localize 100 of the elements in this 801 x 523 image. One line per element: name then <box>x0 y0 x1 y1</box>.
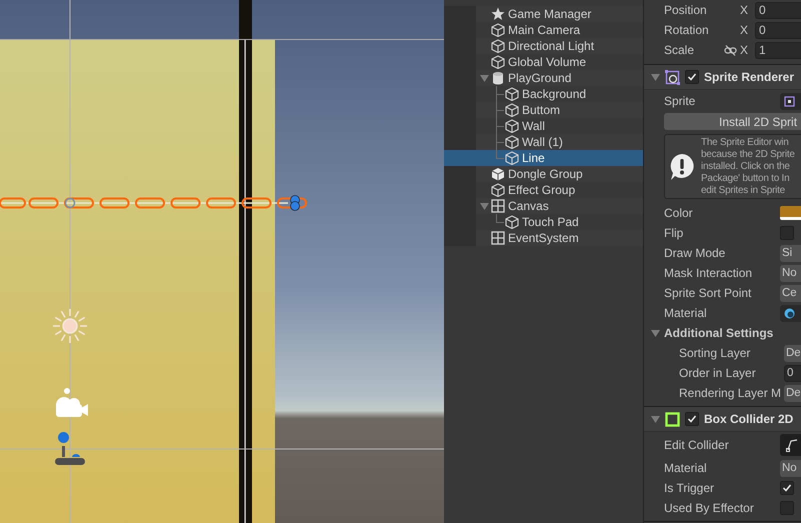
camera-icon <box>56 388 88 417</box>
foldout-arrow-icon[interactable] <box>651 414 660 424</box>
number-field[interactable]: 0 <box>784 364 801 382</box>
component-header[interactable]: Sprite Renderer <box>644 65 801 90</box>
cube-icon <box>505 215 519 229</box>
expand-arrow-icon[interactable] <box>480 202 489 210</box>
help-message: The Sprite Editor win because the 2D Sprite installed. Click on the Package' button to In edit Sprites in Sprite <box>701 136 795 196</box>
foldout-arrow-icon[interactable] <box>651 328 660 338</box>
hierarchy-item[interactable]: EventSystem <box>444 230 643 246</box>
dropdown[interactable]: Ce <box>780 284 801 302</box>
warning-icon <box>669 152 695 180</box>
dropdown[interactable]: No <box>780 264 801 282</box>
cube-icon <box>505 87 519 101</box>
property-label: Scale <box>664 43 696 57</box>
property-label: Used By Effector <box>664 501 755 515</box>
property-label: Flip <box>664 226 684 240</box>
cube-icon <box>505 119 519 133</box>
property-label: Rendering Layer M <box>679 386 782 400</box>
tree-line <box>496 214 497 222</box>
property-label: Sprite Sort Point <box>664 286 752 300</box>
checkmark-icon <box>687 72 697 82</box>
dropdown[interactable]: De <box>784 344 801 362</box>
joystick-icon <box>55 432 85 465</box>
cylinder-icon <box>491 71 505 85</box>
property-label: Sprite <box>664 94 696 108</box>
item-label: EventSystem <box>508 231 579 245</box>
cube-icon <box>491 183 505 197</box>
cube-icon <box>491 23 505 37</box>
hierarchy-item[interactable]: Dongle Group <box>444 166 643 182</box>
star-icon <box>491 7 505 21</box>
sprite-renderer-icon <box>665 70 680 84</box>
item-label: Main Camera <box>508 23 580 37</box>
foldout-label[interactable]: Additional Settings <box>664 326 774 340</box>
install-button[interactable]: Install 2D Sprit <box>664 113 801 130</box>
property-label: Rotation <box>664 23 710 37</box>
hierarchy-item[interactable]: Canvas <box>444 198 643 214</box>
cube-icon <box>491 39 505 53</box>
item-label: Buttom <box>522 103 560 117</box>
property-label: Mask Interaction <box>664 266 754 280</box>
sun-icon <box>53 309 87 343</box>
cube-icon <box>505 135 519 149</box>
dashed-line-gizmo[interactable] <box>0 198 307 208</box>
number-field[interactable]: 0 <box>755 2 801 18</box>
property-label: Position <box>664 3 708 17</box>
property-label: Edit Collider <box>664 438 730 452</box>
checkbox[interactable] <box>780 501 794 515</box>
object-field[interactable]: No <box>780 460 801 476</box>
hierarchy-item[interactable]: Wall (1) <box>444 134 643 150</box>
hierarchy-item[interactable]: PlayGround <box>444 70 643 86</box>
property-label: Material <box>664 461 708 475</box>
grid-icon <box>491 231 505 245</box>
enable-checkbox[interactable] <box>685 412 699 426</box>
item-label: Touch Pad <box>522 215 579 229</box>
polygon-edit-icon <box>786 438 798 452</box>
checkmark-icon <box>687 414 697 424</box>
checkbox[interactable] <box>780 226 794 240</box>
cube-icon <box>491 55 505 69</box>
property-label: Sorting Layer <box>679 346 752 360</box>
expand-arrow-icon[interactable] <box>480 74 489 82</box>
axis-label: X <box>740 43 750 57</box>
item-label: Game Manager <box>508 7 592 21</box>
item-label: Global Volume <box>508 55 586 69</box>
link-icon[interactable] <box>724 44 737 56</box>
property-label: Order in Layer <box>679 366 757 380</box>
property-label: Color <box>664 206 694 220</box>
cube-icon <box>505 103 519 117</box>
dropdown[interactable]: Si <box>780 244 801 262</box>
property-label: Draw Mode <box>664 246 726 260</box>
move-handle[interactable] <box>290 195 300 211</box>
component-title: Box Collider 2D <box>704 412 794 426</box>
cube-icon <box>491 167 505 181</box>
enable-checkbox[interactable] <box>685 70 699 84</box>
property-label: Material <box>664 306 708 320</box>
item-label: Canvas <box>508 199 549 213</box>
hierarchy-item[interactable]: Line <box>444 150 643 166</box>
number-field[interactable]: 1 <box>755 42 801 58</box>
item-label: Background <box>522 87 586 101</box>
hierarchy-item[interactable]: Game Manager <box>444 6 643 22</box>
dropdown[interactable]: De <box>784 384 801 402</box>
box-collider-icon <box>665 412 680 426</box>
property-label: Is Trigger <box>664 481 716 495</box>
number-field[interactable]: 0 <box>755 22 801 38</box>
item-label: Wall (1) <box>522 135 563 149</box>
item-label: PlayGround <box>508 71 572 85</box>
item-label: Effect Group <box>508 183 576 197</box>
component-title: Sprite Renderer <box>704 70 794 84</box>
checkbox[interactable] <box>780 481 794 495</box>
sprite-icon <box>784 96 795 106</box>
item-label: Directional Light <box>508 39 594 53</box>
hierarchy-item[interactable]: Directional Light <box>444 38 643 54</box>
foldout-arrow-icon[interactable] <box>651 72 660 82</box>
hierarchy-item[interactable]: Buttom <box>444 102 643 118</box>
sphere-icon <box>784 308 795 318</box>
grid-icon <box>491 199 505 213</box>
cube-icon <box>505 151 519 165</box>
component-header[interactable]: Box Collider 2D <box>644 407 801 432</box>
item-label: Wall <box>522 119 545 133</box>
axis-label: X <box>740 3 750 17</box>
item-label: Line <box>522 151 545 165</box>
checkmark-icon <box>782 483 792 493</box>
